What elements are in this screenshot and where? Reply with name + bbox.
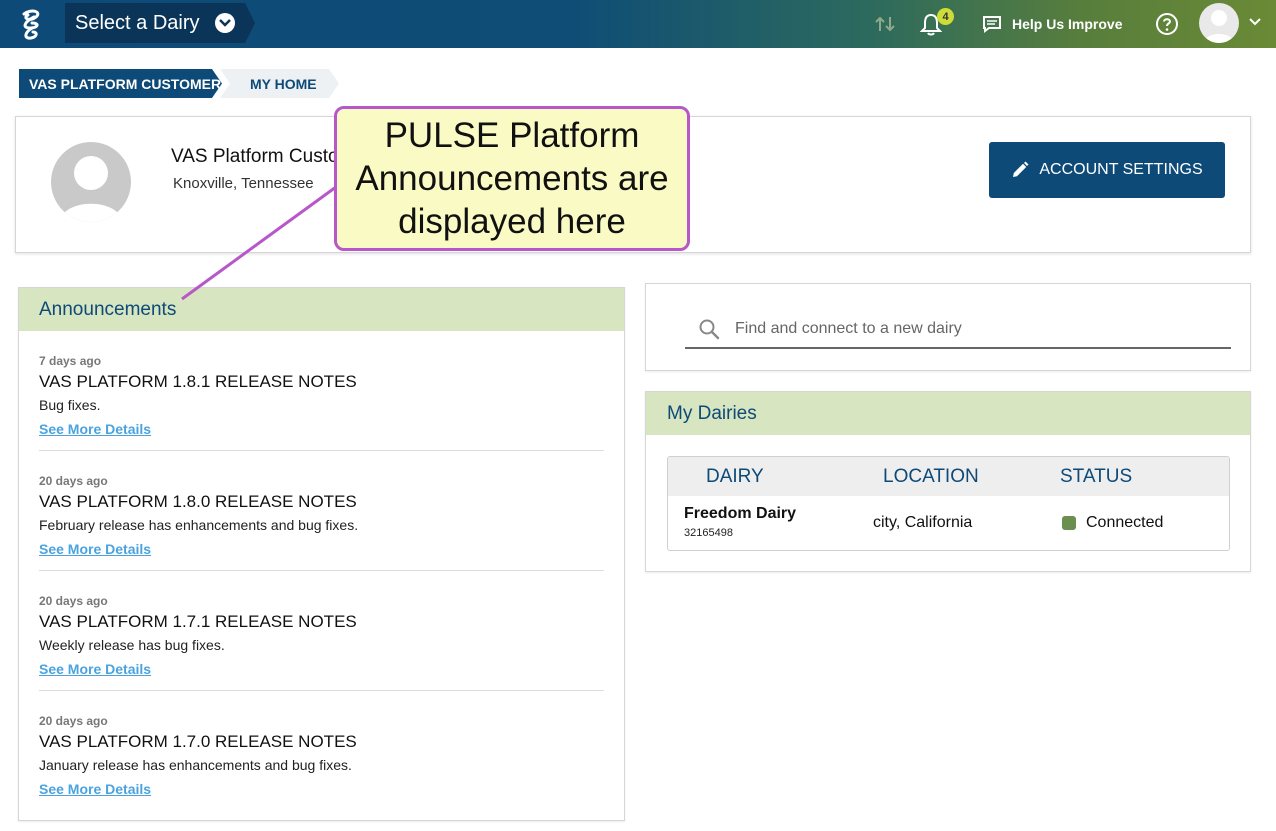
feedback-icon xyxy=(983,16,1001,33)
user-silhouette-icon xyxy=(59,156,123,222)
announcement-age: 20 days ago xyxy=(39,474,108,488)
callout-line-2: Announcements are xyxy=(355,159,669,198)
announcement-description: February release has enhancements and bu… xyxy=(39,517,359,533)
dairy-select-dropdown[interactable]: Select a Dairy xyxy=(65,3,255,43)
announcement-age: 20 days ago xyxy=(39,594,108,608)
announcement-item: 20 days ago VAS PLATFORM 1.7.1 RELEASE N… xyxy=(39,571,604,691)
announcement-title: VAS PLATFORM 1.8.1 RELEASE NOTES xyxy=(39,372,357,391)
help-us-improve-label: Help Us Improve xyxy=(1012,16,1123,32)
status-indicator-icon xyxy=(1062,516,1076,530)
help-question-icon[interactable] xyxy=(1155,12,1179,36)
sync-arrows-icon[interactable] xyxy=(874,12,896,36)
notification-count-badge: 4 xyxy=(937,8,954,25)
announcement-age: 20 days ago xyxy=(39,714,108,728)
see-more-details-link[interactable]: See More Details xyxy=(39,541,151,557)
top-bar: Select a Dairy 4 Help Us Improve xyxy=(0,0,1276,48)
callout-line-3: displayed here xyxy=(398,202,626,241)
dairies-table: DAIRY LOCATION STATUS Freedom Dairy 3216… xyxy=(667,456,1230,551)
account-settings-label: ACCOUNT SETTINGS xyxy=(1039,161,1203,178)
brand-logo-icon[interactable] xyxy=(14,6,50,42)
announcement-title: VAS PLATFORM 1.7.1 RELEASE NOTES xyxy=(39,612,357,631)
column-header-dairy[interactable]: DAIRY xyxy=(706,466,764,488)
annotation-callout: PULSE Platform Announcements are display… xyxy=(334,106,690,251)
pencil-icon xyxy=(1013,161,1029,177)
profile-name: VAS Platform Custo xyxy=(171,146,339,167)
chevron-down-icon xyxy=(215,13,235,33)
announcement-title: VAS PLATFORM 1.7.0 RELEASE NOTES xyxy=(39,732,357,751)
see-more-details-link[interactable]: See More Details xyxy=(39,661,151,677)
column-header-status[interactable]: STATUS xyxy=(1060,466,1132,488)
chevron-down-icon[interactable] xyxy=(1249,18,1261,26)
profile-avatar xyxy=(51,142,131,222)
announcement-description: January release has enhancements and bug… xyxy=(39,757,352,773)
dairy-search-input[interactable] xyxy=(735,320,1215,338)
dairy-id: 32165498 xyxy=(684,527,733,539)
my-dairies-panel: My Dairies DAIRY LOCATION STATUS Freedom… xyxy=(645,391,1251,572)
table-row[interactable]: Freedom Dairy 32165498 city, California … xyxy=(668,496,1229,550)
table-header: DAIRY LOCATION STATUS xyxy=(668,457,1229,496)
help-us-improve-button[interactable]: Help Us Improve xyxy=(982,12,1122,36)
see-more-details-link[interactable]: See More Details xyxy=(39,781,151,797)
dairy-status: Connected xyxy=(1062,514,1163,532)
announcement-item: 20 days ago VAS PLATFORM 1.8.0 RELEASE N… xyxy=(39,451,604,571)
dairy-select-label: Select a Dairy xyxy=(75,11,200,34)
announcement-item: 20 days ago VAS PLATFORM 1.7.0 RELEASE N… xyxy=(39,691,604,811)
announcement-description: Weekly release has bug fixes. xyxy=(39,637,225,653)
announcements-title: Announcements xyxy=(19,288,624,331)
announcement-item: 7 days ago VAS PLATFORM 1.8.1 RELEASE NO… xyxy=(39,331,604,451)
announcement-description: Bug fixes. xyxy=(39,397,101,413)
status-label: Connected xyxy=(1086,514,1164,531)
user-avatar[interactable] xyxy=(1199,3,1239,43)
search-icon xyxy=(699,319,720,340)
callout-line-1: PULSE Platform xyxy=(384,116,640,155)
breadcrumb-item-my-home[interactable]: MY HOME xyxy=(220,69,339,98)
account-settings-button[interactable]: ACCOUNT SETTINGS xyxy=(989,142,1225,198)
announcement-age: 7 days ago xyxy=(39,354,102,368)
dairy-search-panel xyxy=(645,283,1251,371)
announcement-title: VAS PLATFORM 1.8.0 RELEASE NOTES xyxy=(39,492,357,511)
dairy-name[interactable]: Freedom Dairy xyxy=(684,505,796,523)
see-more-details-link[interactable]: See More Details xyxy=(39,421,151,437)
my-dairies-title: My Dairies xyxy=(646,392,1250,435)
announcements-list: 7 days ago VAS PLATFORM 1.8.1 RELEASE NO… xyxy=(19,331,624,811)
profile-location: Knoxville, Tennessee xyxy=(173,175,314,192)
user-silhouette-icon xyxy=(1204,10,1234,43)
dairy-search-field[interactable] xyxy=(685,311,1231,349)
breadcrumb-item-customer[interactable]: VAS PLATFORM CUSTOMER xyxy=(19,69,222,98)
announcements-panel: Announcements 7 days ago VAS PLATFORM 1.… xyxy=(18,287,625,821)
column-header-location[interactable]: LOCATION xyxy=(883,466,979,488)
dairy-location: city, California xyxy=(873,514,973,531)
